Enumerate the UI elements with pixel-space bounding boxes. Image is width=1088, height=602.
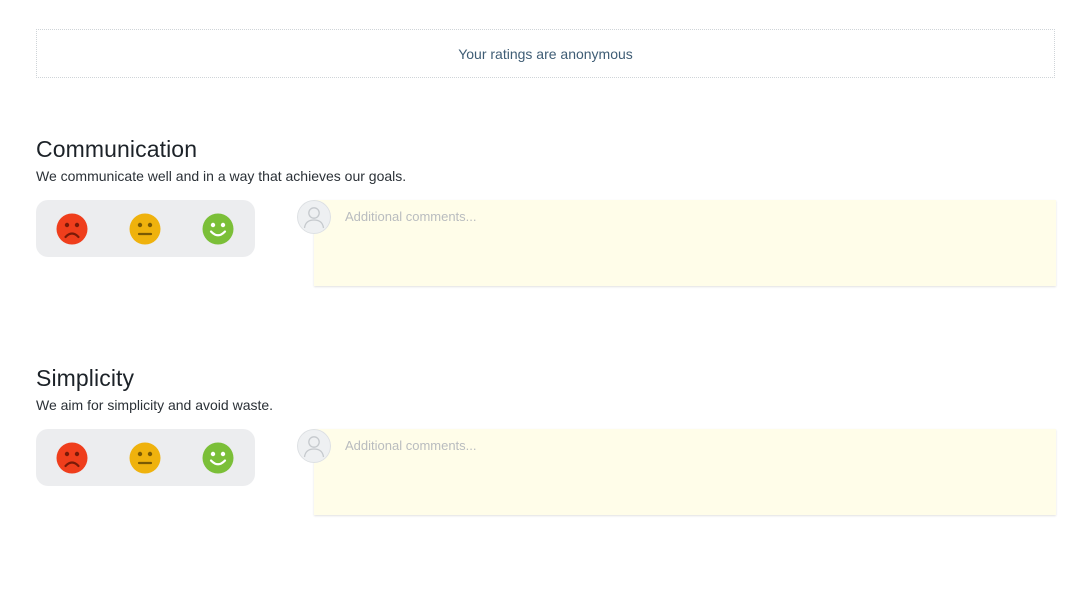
happy-face-icon[interactable]	[202, 213, 234, 245]
anonymous-notice: Your ratings are anonymous	[36, 29, 1055, 78]
rating-selector	[36, 200, 255, 257]
section-description: We aim for simplicity and avoid waste.	[36, 397, 274, 413]
sad-face-icon[interactable]	[56, 213, 88, 245]
neutral-face-icon[interactable]	[129, 442, 161, 474]
comment-input[interactable]	[314, 200, 1056, 286]
section-title: Simplicity	[36, 365, 135, 391]
happy-face-icon[interactable]	[202, 442, 234, 474]
section-communication: Communication We communicate well and in…	[36, 136, 1056, 286]
neutral-face-icon[interactable]	[129, 213, 161, 245]
anonymous-notice-text: Your ratings are anonymous	[458, 45, 633, 62]
section-description: We communicate well and in a way that ac…	[36, 168, 407, 184]
section-title: Communication	[36, 136, 198, 162]
rating-selector	[36, 429, 255, 486]
section-simplicity: Simplicity We aim for simplicity and avo…	[36, 365, 1056, 515]
sad-face-icon[interactable]	[56, 442, 88, 474]
user-avatar-icon	[297, 200, 331, 234]
user-avatar-icon	[297, 429, 331, 463]
comment-input[interactable]	[314, 429, 1056, 515]
